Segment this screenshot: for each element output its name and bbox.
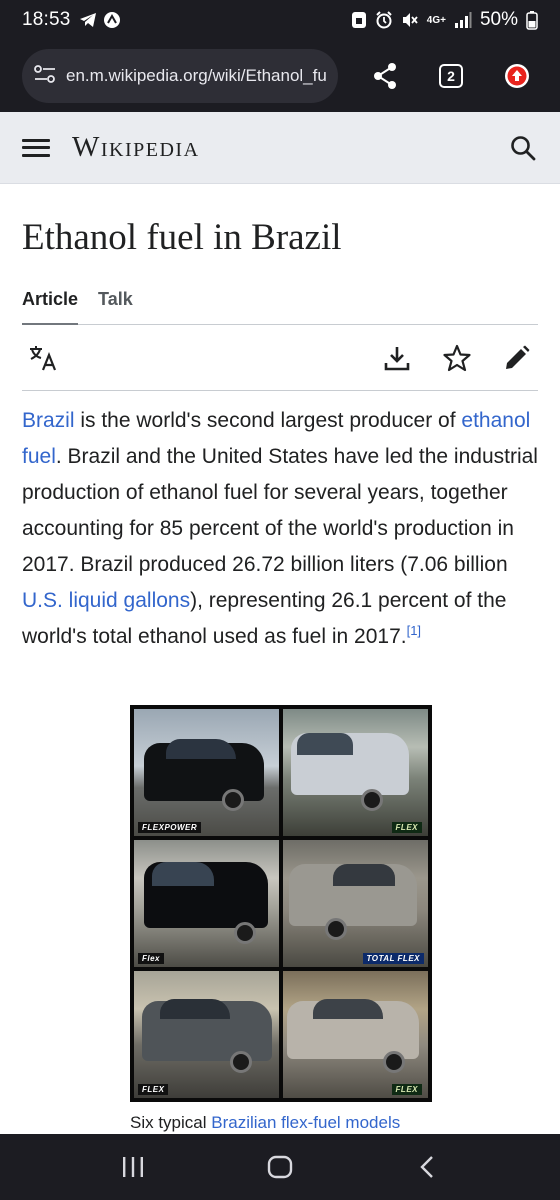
lock-screen-icon — [351, 11, 367, 29]
figure-caption: Six typical Brazilian flex-fuel models — [130, 1113, 400, 1133]
battery-percent: 50% — [479, 9, 518, 30]
hamburger-icon-bar — [22, 153, 50, 157]
search-button[interactable] — [506, 131, 540, 165]
badge-6: FLEX — [391, 1084, 422, 1095]
page-actions — [22, 325, 538, 391]
watch-button[interactable] — [442, 343, 472, 373]
tab-talk[interactable]: Talk — [98, 281, 133, 325]
tab-count: 2 — [439, 64, 463, 88]
telegram-icon — [79, 12, 97, 28]
download-button[interactable] — [382, 343, 412, 373]
badge-4: TOTAL FLEX — [362, 953, 424, 964]
reference-link[interactable]: [1] — [407, 623, 421, 638]
flex-fuel-image[interactable]: FLEXPOWER FLEX Flex TOTAL FLEX FLEX FLEX — [130, 705, 432, 1102]
back-button[interactable] — [397, 1142, 457, 1192]
back-chevron-icon — [419, 1156, 433, 1178]
page-title: Ethanol fuel in Brazil — [22, 217, 342, 258]
pencil-icon — [506, 345, 530, 369]
share-icon — [374, 63, 396, 89]
system-nav-bar — [0, 1134, 560, 1200]
tab-article[interactable]: Article — [22, 281, 79, 325]
translate-icon — [30, 345, 57, 370]
car-photo-4: TOTAL FLEX — [283, 840, 428, 967]
car-photo-2: FLEX — [283, 709, 428, 836]
recent-apps-button[interactable] — [103, 1142, 163, 1192]
car-photo-1: FLEXPOWER — [134, 709, 279, 836]
share-button[interactable] — [352, 49, 418, 103]
reference-superscript: [1] — [407, 623, 421, 638]
car-photo-3: Flex — [134, 840, 279, 967]
lead-paragraph: Brazil is the world's second largest pro… — [22, 403, 538, 655]
hamburger-icon-bar — [22, 146, 50, 149]
lead-text-2: . Brazil and the United States have led … — [22, 445, 538, 576]
notification-app-icon — [103, 11, 121, 29]
mute-icon — [401, 11, 419, 29]
status-time: 18:53 — [22, 9, 71, 30]
alarm-icon — [375, 11, 393, 29]
namespace-tabs: Article Talk — [22, 281, 538, 325]
update-arrow-icon — [505, 64, 529, 88]
edit-button[interactable] — [502, 343, 532, 373]
signal-icon — [454, 12, 472, 28]
menu-button[interactable] — [22, 136, 50, 160]
badge-2: FLEX — [391, 822, 422, 833]
download-icon — [384, 346, 410, 370]
caption-text: Six typical — [130, 1113, 212, 1132]
home-button[interactable] — [250, 1142, 310, 1192]
search-icon — [511, 135, 536, 160]
wikipedia-wordmark[interactable]: Wikipedia — [72, 131, 200, 164]
url-text[interactable]: en.m.wikipedia.org/wiki/Ethanol_fue — [66, 66, 326, 86]
star-icon — [443, 344, 471, 371]
lead-text-1: is the world's second largest producer o… — [74, 409, 462, 432]
language-button[interactable] — [28, 343, 58, 373]
browser-toolbar: en.m.wikipedia.org/wiki/Ethanol_fue 2 — [0, 40, 560, 112]
badge-3: Flex — [138, 953, 165, 964]
badge-5: FLEX — [138, 1084, 169, 1095]
status-bar: 18:53 4G+ 50% — [0, 0, 560, 40]
tab-switcher-button[interactable]: 2 — [418, 49, 484, 103]
car-photo-6: FLEX — [283, 971, 428, 1098]
recent-apps-icon — [123, 1157, 144, 1177]
link-brazil[interactable]: Brazil — [22, 409, 75, 432]
web-page: Wikipedia Ethanol fuel in Brazil Article… — [0, 112, 560, 1134]
badge-1: FLEXPOWER — [138, 822, 202, 833]
hamburger-icon-bar — [22, 138, 50, 142]
wiki-header: Wikipedia — [0, 112, 560, 184]
site-settings-icon[interactable] — [34, 64, 56, 89]
update-button[interactable] — [484, 49, 550, 103]
battery-icon — [526, 10, 538, 30]
home-icon — [267, 1155, 293, 1179]
caption-link-flex-fuel-models[interactable]: Brazilian flex-fuel models — [211, 1113, 400, 1132]
car-photo-5: FLEX — [134, 971, 279, 1098]
link-us-liquid-gallons[interactable]: U.S. liquid gallons — [22, 589, 190, 612]
network-type-label: 4G+ — [426, 14, 446, 26]
address-bar[interactable]: en.m.wikipedia.org/wiki/Ethanol_fue — [22, 49, 338, 103]
